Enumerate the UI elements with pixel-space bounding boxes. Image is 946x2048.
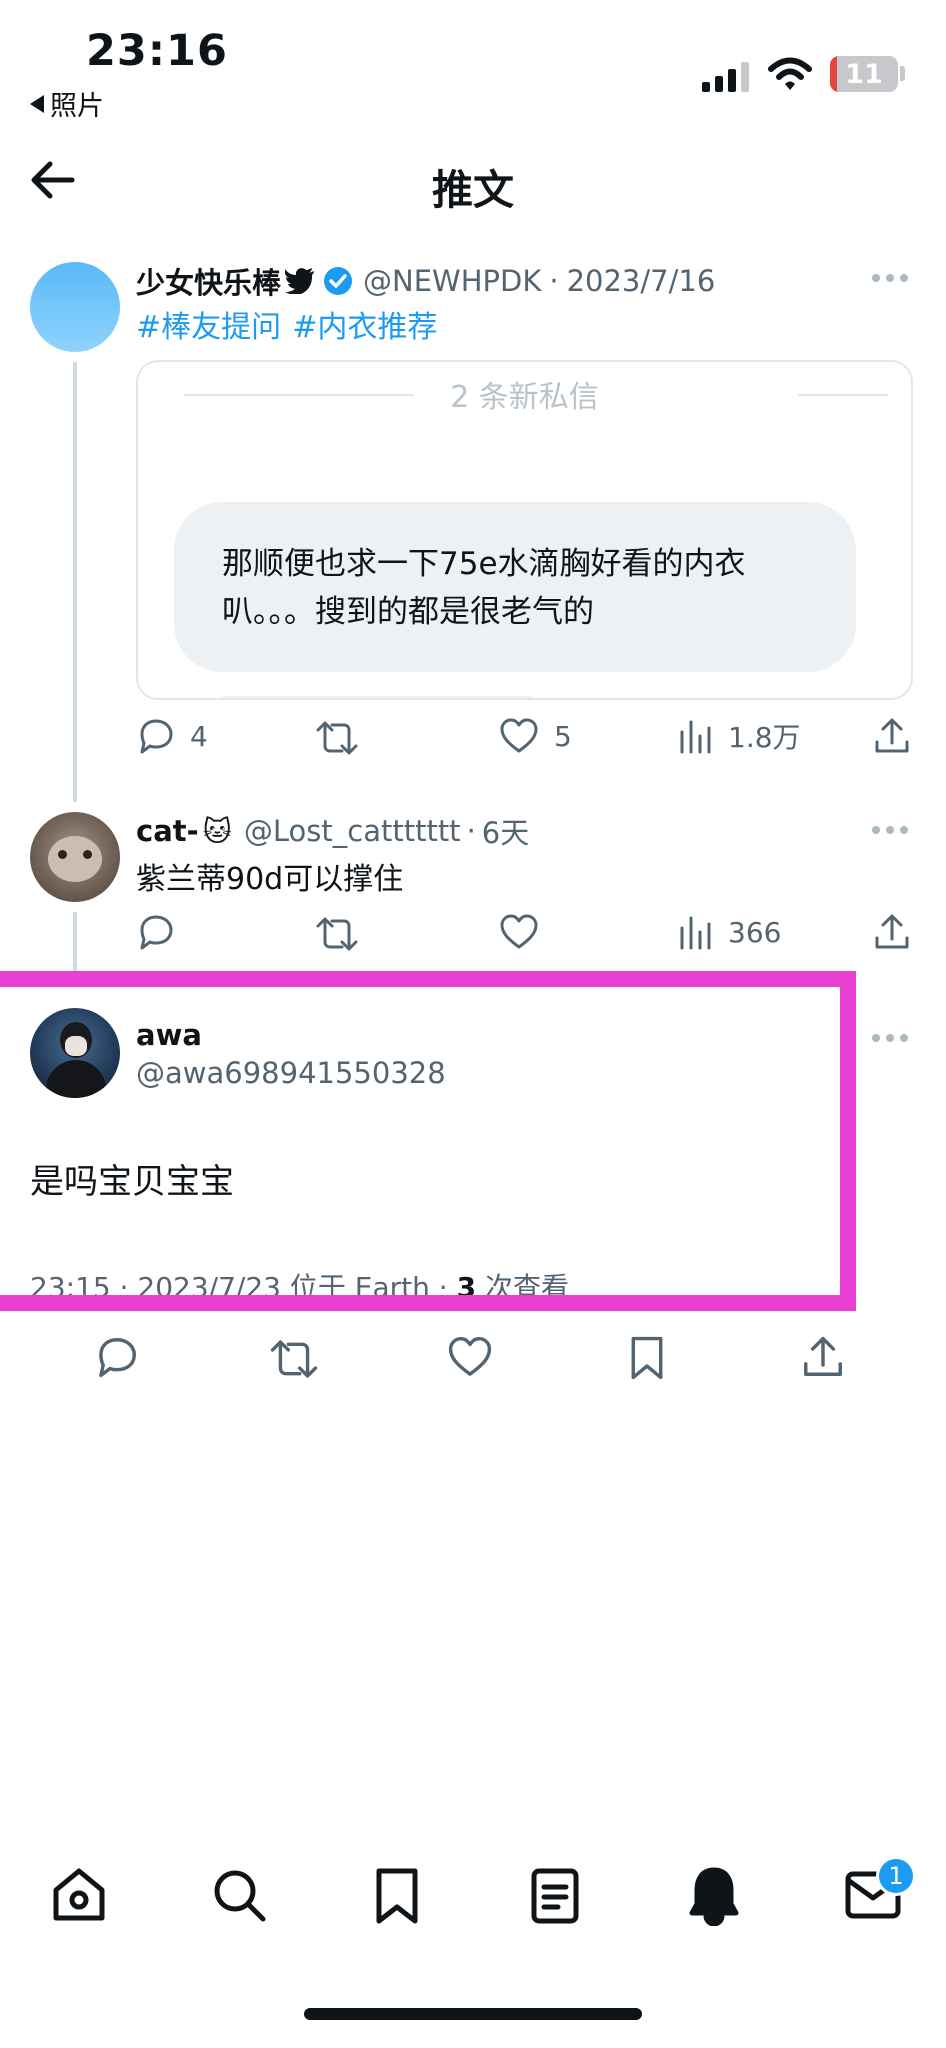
- battery-level: 11: [845, 59, 883, 90]
- notifications-bell-icon[interactable]: [686, 1866, 742, 1926]
- focused-tweet-actions: [0, 1334, 946, 1384]
- tweet2-author[interactable]: cat-: [136, 814, 199, 848]
- tweet2-avatar[interactable]: [30, 812, 120, 902]
- tweet1-handle[interactable]: @NEWHPDK: [363, 264, 541, 298]
- tweet1-hashtags: #棒友提问 #内衣推荐: [136, 302, 437, 346]
- bookmark-icon[interactable]: [626, 1334, 668, 1382]
- bookmarks-icon[interactable]: [370, 1866, 424, 1926]
- tweet2-text: 紫兰蒂90d可以撑住: [136, 862, 404, 897]
- lists-icon[interactable]: [528, 1866, 582, 1926]
- share-icon[interactable]: [872, 912, 912, 952]
- battery-nub: [900, 66, 905, 81]
- cat-eye-shape: [58, 850, 67, 859]
- views-button[interactable]: 366: [678, 912, 781, 952]
- reply-icon[interactable]: [94, 1334, 140, 1380]
- tweet2-header: cat- 🐱 @Lost_cattttttt · 6天: [136, 810, 529, 852]
- home-indicator[interactable]: [304, 2008, 642, 2020]
- share-icon[interactable]: [872, 716, 912, 756]
- thread-line: [73, 362, 77, 802]
- tweet2-handle[interactable]: @Lost_cattttttt: [244, 814, 461, 848]
- message-bubble-partial: [208, 696, 548, 698]
- battery-indicator: 11: [830, 56, 898, 92]
- focused-tweet-more-icon[interactable]: [872, 1034, 908, 1042]
- tweet1-date: 2023/7/16: [566, 264, 716, 298]
- view-count: 366: [728, 915, 782, 949]
- reply-icon: [140, 719, 173, 754]
- reply-icon[interactable]: [136, 912, 176, 952]
- tweet2-actions: 366: [136, 912, 916, 956]
- verified-badge-icon: [324, 267, 353, 295]
- back-triangle-icon: [30, 94, 44, 113]
- bottom-tab-bar: [0, 1866, 946, 1936]
- tweet1-author[interactable]: 少女快乐棒: [136, 260, 281, 302]
- cat-eye-shape: [83, 850, 92, 859]
- meta-separator: ·: [466, 814, 476, 848]
- tweet1-actions: 4 5 1.8万: [136, 716, 916, 760]
- selection-highlight-box: [0, 971, 856, 1311]
- heart-icon: [500, 718, 538, 753]
- tweet2-date: 6天: [481, 816, 530, 850]
- message-bubble: 那顺便也求一下75e水滴胸好看的内衣叭。。。搜到的都是很老气的: [174, 502, 856, 672]
- search-icon[interactable]: [210, 1866, 268, 1924]
- status-time: 23:16: [86, 26, 228, 76]
- retweet-icon[interactable]: [268, 1336, 320, 1382]
- page-title: 推文: [432, 166, 514, 214]
- back-app-label: 照片: [50, 91, 104, 122]
- tweet2-more-icon[interactable]: [872, 826, 908, 834]
- analytics-icon: [680, 720, 711, 754]
- retweet-icon[interactable]: [314, 718, 360, 758]
- home-icon[interactable]: [50, 1866, 108, 1924]
- back-to-app-link[interactable]: 照片: [30, 84, 104, 123]
- like-count: 5: [554, 719, 572, 753]
- messages-badge: 1: [876, 1856, 916, 1896]
- tweet1-avatar[interactable]: [30, 262, 120, 352]
- analytics-icon: [680, 916, 711, 950]
- bird-icon: [285, 268, 315, 294]
- tweet1-media-card[interactable]: 2 条新私信 那顺便也求一下75e水滴胸好看的内衣叭。。。搜到的都是很老气的: [136, 360, 913, 700]
- retweet-icon[interactable]: [314, 914, 360, 954]
- hashtag-link[interactable]: #内衣推荐: [292, 310, 437, 345]
- tweet1-header: 少女快乐棒 @NEWHPDK · 2023/7/16: [136, 260, 715, 302]
- reply-button[interactable]: 4: [136, 716, 208, 756]
- views-button[interactable]: 1.8万: [678, 716, 801, 756]
- cat-face-shape: [48, 836, 102, 882]
- hashtag-link[interactable]: #棒友提问: [136, 310, 281, 345]
- tweet1-more-icon[interactable]: [872, 274, 908, 282]
- wifi-icon: [768, 57, 812, 90]
- like-button[interactable]: 5: [498, 716, 572, 756]
- reply-count: 4: [190, 719, 208, 753]
- meta-separator: ·: [549, 264, 559, 298]
- cellular-signal-icon: [702, 62, 749, 92]
- heart-icon[interactable]: [446, 1334, 494, 1380]
- share-icon[interactable]: [800, 1334, 846, 1380]
- view-count: 1.8万: [728, 721, 801, 754]
- cat-emoji: 🐱: [202, 814, 232, 848]
- heart-icon[interactable]: [498, 912, 540, 952]
- thread-line: [73, 912, 77, 972]
- new-messages-label: 2 条新私信: [450, 380, 599, 415]
